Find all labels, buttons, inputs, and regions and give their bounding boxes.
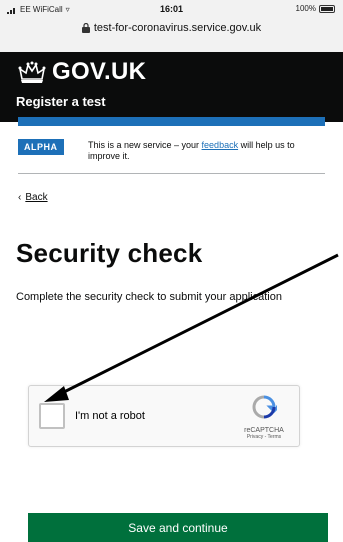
brand-text: GOV.UK bbox=[52, 58, 147, 85]
recaptcha-icon bbox=[252, 395, 282, 419]
header-accent-bar bbox=[18, 117, 325, 126]
phase-banner-text: This is a new service – your feedback wi… bbox=[88, 140, 318, 162]
address-bar[interactable]: test-for-coronavirus.service.gov.uk bbox=[0, 18, 343, 38]
browser-status-bar: EE WiFiCall ▿ 16:01 100% test-for-corona… bbox=[0, 0, 343, 52]
back-link-label: Back bbox=[25, 192, 48, 203]
url-text: test-for-coronavirus.service.gov.uk bbox=[93, 22, 262, 34]
recaptcha-label: I'm not a robot bbox=[75, 410, 145, 422]
govuk-header: GOV.UK Register a test bbox=[0, 52, 343, 122]
feedback-link[interactable]: feedback bbox=[202, 140, 239, 150]
recaptcha-logo: reCAPTCHA Privacy - Terms bbox=[239, 394, 289, 440]
chevron-left-icon: ‹ bbox=[18, 192, 22, 203]
battery-icon bbox=[319, 4, 335, 13]
service-name[interactable]: Register a test bbox=[16, 94, 106, 109]
recaptcha-widget: I'm not a robot reCAPTCHA Privacy - Term… bbox=[28, 385, 300, 447]
phase-text-before: This is a new service – your bbox=[88, 140, 202, 150]
recaptcha-links[interactable]: Privacy - Terms bbox=[239, 434, 289, 440]
phase-banner: ALPHA This is a new service – your feedb… bbox=[18, 134, 325, 174]
save-and-continue-button[interactable]: Save and continue bbox=[28, 513, 328, 542]
crown-icon bbox=[18, 61, 46, 83]
back-link[interactable]: ‹ Back bbox=[18, 192, 48, 203]
battery-percent: 100% bbox=[295, 4, 316, 13]
page-description: Complete the security check to submit yo… bbox=[16, 291, 282, 303]
page-title: Security check bbox=[16, 238, 203, 268]
lock-icon bbox=[81, 23, 90, 33]
phase-tag: ALPHA bbox=[18, 139, 64, 155]
govuk-logo[interactable]: GOV.UK bbox=[18, 58, 146, 86]
recaptcha-brand: reCAPTCHA bbox=[244, 427, 284, 434]
battery-info: 100% bbox=[296, 4, 335, 13]
recaptcha-checkbox[interactable] bbox=[39, 403, 65, 429]
clock: 16:01 bbox=[159, 4, 184, 14]
